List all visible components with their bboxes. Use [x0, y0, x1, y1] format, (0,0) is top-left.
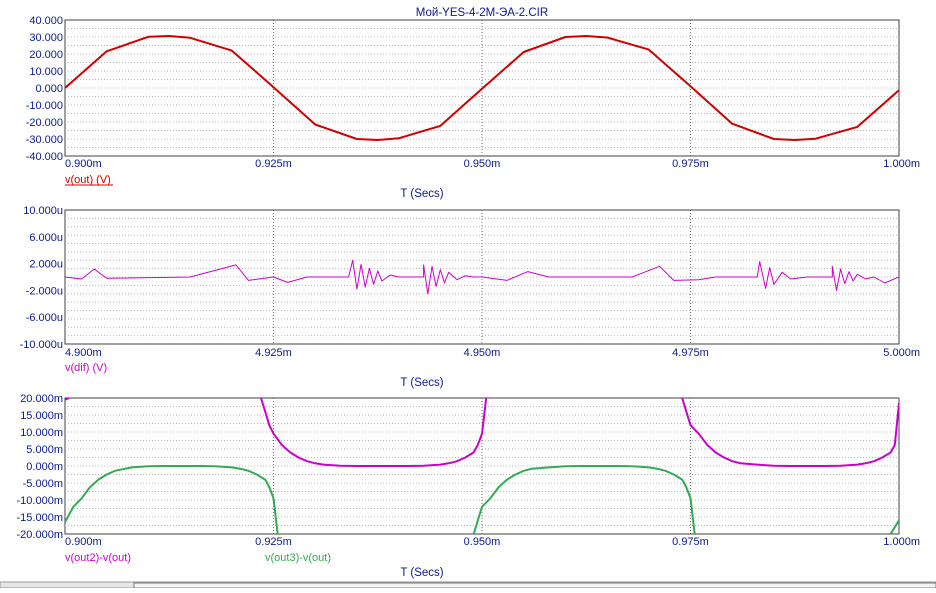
- y-tick-label: 30.000: [29, 32, 63, 44]
- y-tick-label: -6.000u: [26, 312, 63, 324]
- y-tick-label: -40.000: [26, 151, 63, 163]
- x-axis-label: T (Secs): [400, 567, 443, 579]
- y-tick-label: -20.000: [26, 117, 63, 129]
- x-axis-label: T (Secs): [400, 188, 443, 200]
- y-tick-label: 5.000m: [26, 444, 63, 456]
- x-tick-label: 0.925m: [255, 536, 292, 548]
- y-tick-label: -10.000: [26, 100, 63, 112]
- y-tick-label: -2.000u: [26, 285, 63, 297]
- y-tick-label: 6.000u: [29, 232, 63, 244]
- y-tick-label: 2.000u: [29, 259, 63, 271]
- y-tick-label: 20.000m: [20, 393, 63, 405]
- x-tick-label: 0.900m: [65, 158, 102, 170]
- x-tick-label: 0.975m: [672, 536, 709, 548]
- plot-window: Мой-YES-4-2M-ЭА-2.CIR -40.000 -30.000 -20.…: [0, 0, 936, 589]
- x-tick-label: 0.975m: [672, 158, 709, 170]
- y-tick-label: 40.000: [29, 15, 63, 27]
- x-tick-label: 4.975m: [672, 347, 709, 359]
- legend-entry: v(dif) (V): [65, 362, 107, 374]
- y-tick-label: 0.000m: [26, 461, 63, 473]
- x-tick-label: 4.925m: [255, 347, 292, 359]
- y-tick-label: 0.000: [35, 83, 63, 95]
- y-tick-label: 10.000m: [20, 427, 63, 439]
- legend-entry: v(out) (V): [65, 174, 111, 186]
- y-tick-label: -10.000u: [20, 339, 63, 351]
- x-tick-label: 0.950m: [464, 536, 501, 548]
- x-tick-label: 0.950m: [464, 158, 501, 170]
- x-tick-label: 0.900m: [65, 536, 102, 548]
- y-tick-label: -5.000m: [23, 478, 63, 490]
- x-axis-label: T (Secs): [400, 377, 443, 389]
- legend-entry: v(out2)-v(out): [65, 552, 131, 564]
- x-tick-label: 5.000m: [883, 347, 920, 359]
- y-tick-label: 20.000: [29, 49, 63, 61]
- plot-canvas: Мой-YES-4-2M-ЭА-2.CIR -40.000 -30.000 -20.…: [0, 7, 936, 589]
- legend-entry: v(out3)-v(out): [265, 552, 331, 564]
- x-tick-label: 1.000m: [883, 158, 920, 170]
- x-tick-label: 4.900m: [65, 347, 102, 359]
- x-tick-label: 0.925m: [255, 158, 292, 170]
- y-tick-label: 10.000: [29, 66, 63, 78]
- y-tick-label: -10.000m: [17, 495, 63, 507]
- x-tick-label: 1.000m: [883, 536, 920, 548]
- y-tick-label: -20.000m: [17, 529, 63, 541]
- y-tick-label: -30.000: [26, 134, 63, 146]
- y-tick-label: 10.000u: [23, 205, 63, 217]
- y-tick-label: 15.000m: [20, 410, 63, 422]
- x-tick-label: 4.950m: [464, 347, 501, 359]
- window-title: Мой-YES-4-2M-ЭА-2.CIR: [416, 7, 548, 19]
- scrollbar-thumb[interactable]: [133, 582, 936, 589]
- y-tick-label: -15.000m: [17, 512, 63, 524]
